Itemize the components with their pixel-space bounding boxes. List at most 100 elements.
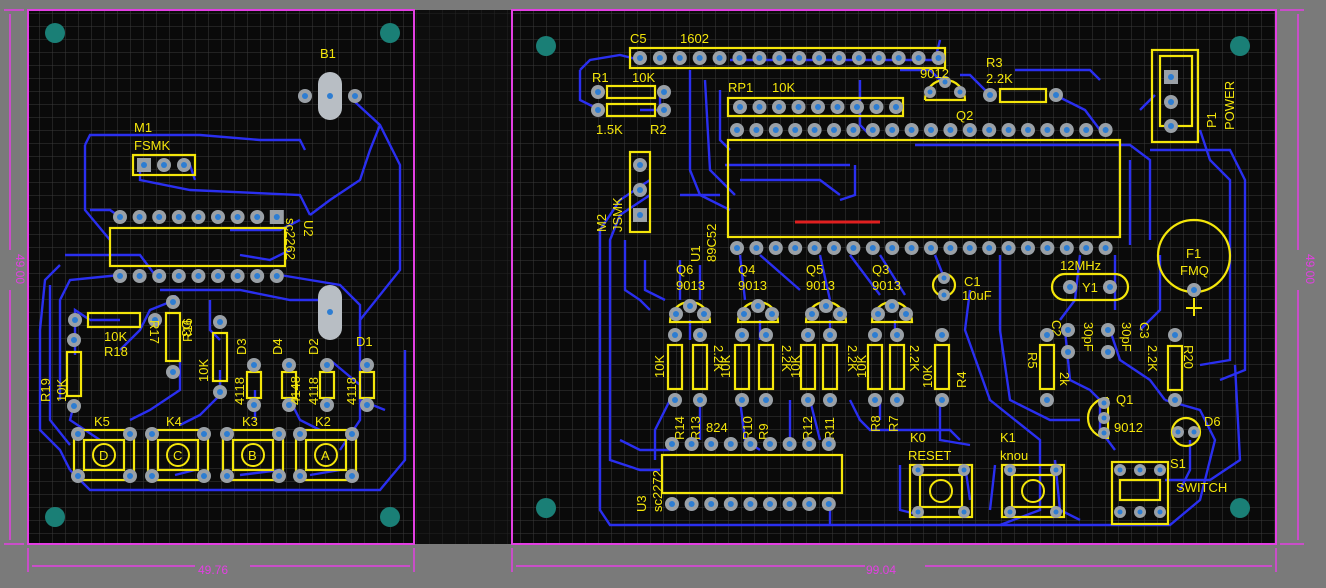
r8-label: R8 bbox=[868, 415, 883, 432]
r18-value: 10K bbox=[104, 329, 127, 344]
button-k4-letter: C bbox=[173, 448, 182, 463]
r16-value: 10K bbox=[196, 359, 211, 382]
u2-value: sc2262 bbox=[283, 218, 298, 260]
q2-label: Q2 bbox=[956, 108, 973, 123]
u3-value: sc2272 bbox=[650, 470, 665, 512]
m2-label: M2 bbox=[594, 214, 609, 232]
r20-value: 2.2K bbox=[1145, 345, 1160, 372]
s1-label: S1 bbox=[1170, 456, 1186, 471]
button-k2-letter: A bbox=[321, 448, 330, 463]
k4-label: K4 bbox=[166, 414, 182, 429]
c3-value: 30pF bbox=[1119, 322, 1134, 352]
c5-label: C5 bbox=[630, 31, 647, 46]
switch-label: SWITCH bbox=[1176, 480, 1227, 495]
r5-label: R5 bbox=[1025, 352, 1040, 369]
q1-value: 9012 bbox=[1114, 420, 1143, 435]
r17-label: R17 bbox=[147, 320, 162, 344]
q5-value: 9013 bbox=[806, 278, 835, 293]
jsmk-label: JSMK bbox=[610, 197, 625, 232]
r14-label: R14 bbox=[672, 416, 687, 440]
reset-label: RESET bbox=[908, 448, 951, 463]
d3-value: 4118 bbox=[232, 377, 247, 405]
c3-label: C3 bbox=[1137, 322, 1152, 339]
r8-value: 10K bbox=[854, 355, 869, 378]
r7-label: R7 bbox=[886, 415, 901, 432]
q6-value: 9013 bbox=[676, 278, 705, 293]
r2-label: R2 bbox=[650, 122, 667, 137]
d2-label: D2 bbox=[306, 338, 321, 355]
k2-label: K2 bbox=[315, 414, 331, 429]
q4-label: Q4 bbox=[738, 262, 755, 277]
d1-value: 4118 bbox=[344, 377, 359, 405]
u1-label: U1 bbox=[688, 245, 703, 262]
pcb-layout-canvas: 49.76 99.04 49.00 49.00 B1 M1 FSMK U2 sc… bbox=[4, 9, 1317, 577]
d3-label: D3 bbox=[234, 338, 249, 355]
d1-label: D1 bbox=[356, 334, 373, 349]
r10-value: 10K bbox=[718, 355, 733, 378]
b2-footprint bbox=[318, 285, 342, 340]
k1-label: K1 bbox=[1000, 430, 1016, 445]
u2-label: U2 bbox=[301, 220, 316, 237]
r12-label: R12 bbox=[800, 416, 815, 440]
q3-value: 9013 bbox=[872, 278, 901, 293]
d4-label: D4 bbox=[270, 338, 285, 355]
k0-label: K0 bbox=[910, 430, 926, 445]
rp1-value: 10K bbox=[772, 80, 795, 95]
r18-label: R18 bbox=[104, 344, 128, 359]
r19-label: R19 bbox=[38, 378, 53, 402]
m1-label: M1 bbox=[134, 120, 152, 135]
r14-value: 10K bbox=[652, 355, 667, 378]
button-k5-letter: D bbox=[99, 448, 108, 463]
right-width-dimension: 99.04 bbox=[866, 563, 896, 577]
k5-label: K5 bbox=[94, 414, 110, 429]
r4-value: 10K bbox=[920, 365, 935, 388]
fsmk-label: FSMK bbox=[134, 138, 170, 153]
c2-value: 30pF bbox=[1081, 322, 1096, 352]
q6-label: Q6 bbox=[676, 262, 693, 277]
c1-label: C1 bbox=[964, 274, 981, 289]
r5-value: 2k bbox=[1057, 372, 1072, 386]
r16-label: R16 bbox=[180, 318, 195, 342]
right-height-dimension: 49.00 bbox=[1303, 254, 1317, 284]
knou-label: knou bbox=[1000, 448, 1028, 463]
r1-label: R1 bbox=[592, 70, 609, 85]
u3-label: U3 bbox=[634, 495, 649, 512]
r12-value: 10K bbox=[788, 355, 803, 378]
r824-label: 824 bbox=[706, 420, 728, 435]
r10-label: R10 bbox=[740, 416, 755, 440]
power-label: POWER bbox=[1222, 81, 1237, 130]
q1-label: Q1 bbox=[1116, 392, 1133, 407]
p1-label: P1 bbox=[1204, 112, 1219, 128]
lcd-label: 1602 bbox=[680, 31, 709, 46]
q3-label: Q3 bbox=[872, 262, 889, 277]
q2-value: 9012 bbox=[920, 66, 949, 81]
r3-label: R3 bbox=[986, 55, 1003, 70]
fmq-label: FMQ bbox=[1180, 263, 1209, 278]
d6-label: D6 bbox=[1204, 414, 1221, 429]
r11-label: R11 bbox=[822, 417, 837, 440]
d2-value: 4118 bbox=[306, 377, 321, 405]
r3-value: 2.2K bbox=[986, 71, 1013, 86]
r1-value: 10K bbox=[632, 70, 655, 85]
button-k3-letter: B bbox=[248, 448, 257, 463]
q5-label: Q5 bbox=[806, 262, 823, 277]
u1-value: 89C52 bbox=[704, 224, 719, 262]
r2-value: 1.5K bbox=[596, 122, 623, 137]
r4-label: R4 bbox=[954, 371, 969, 388]
b1-label: B1 bbox=[320, 46, 336, 61]
k3-label: K3 bbox=[242, 414, 258, 429]
c1-value: 10uF bbox=[962, 288, 992, 303]
y1-label: Y1 bbox=[1082, 280, 1098, 295]
y1-frequency: 12MHz bbox=[1060, 258, 1101, 273]
q4-value: 9013 bbox=[738, 278, 767, 293]
m1-pads bbox=[137, 158, 191, 172]
left-width-dimension: 49.76 bbox=[198, 563, 228, 577]
d4-value: 4148 bbox=[288, 376, 303, 405]
f1-label: F1 bbox=[1186, 246, 1201, 261]
r20-label: R20 bbox=[1181, 345, 1196, 369]
r19-value: 10K bbox=[54, 379, 69, 402]
r13-label: R13 bbox=[688, 416, 703, 440]
rp1-label: RP1 bbox=[728, 80, 753, 95]
rp1-pins bbox=[733, 100, 903, 114]
left-height-dimension: 49.00 bbox=[13, 254, 27, 284]
